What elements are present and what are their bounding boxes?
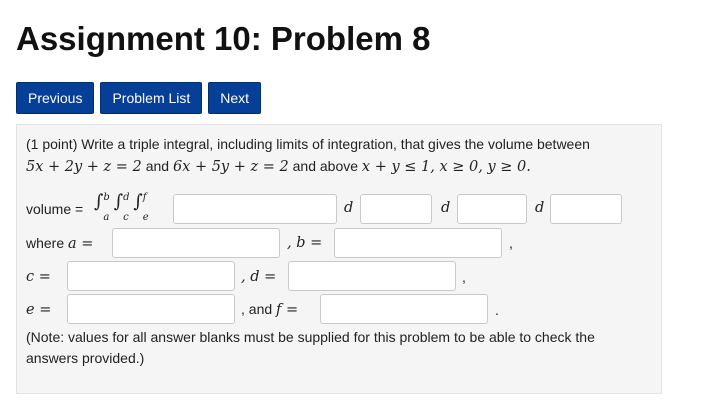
integral-sign-middle: ∫ bbox=[113, 191, 124, 212]
d-label-2: d bbox=[441, 200, 451, 216]
note-text: (Note: values for all answer blanks must… bbox=[26, 329, 595, 366]
page-title: Assignment 10: Problem 8 bbox=[16, 20, 431, 57]
plane2-equation: 6x + 5y + z = 2 bbox=[172, 159, 289, 175]
problem-statement-line2: 5x + 2y + z = 2 and 6x + 5y + z = 2 and … bbox=[26, 158, 531, 175]
comma-after-b: , bbox=[509, 235, 513, 251]
d-label-3: d bbox=[535, 200, 545, 216]
integral-sign-outer: ∫ bbox=[94, 191, 104, 212]
period-after-f: . bbox=[495, 302, 499, 318]
limit-c: c bbox=[123, 211, 129, 223]
region-inequality: x + y ≤ 1, x ≥ 0, y ≥ 0. bbox=[361, 159, 531, 175]
e-input[interactable] bbox=[67, 294, 235, 324]
integral-sign-inner: ∫ bbox=[133, 191, 143, 212]
volume-label: volume = bbox=[26, 201, 84, 217]
limit-b: b bbox=[103, 192, 110, 203]
nav-bar: Previous Problem List Next bbox=[16, 82, 262, 114]
c-input[interactable] bbox=[67, 261, 235, 291]
where-text: where bbox=[26, 235, 65, 251]
e-equals: e = bbox=[26, 302, 52, 318]
and-text-1: and bbox=[145, 158, 170, 174]
points-label: (1 point) bbox=[26, 136, 78, 152]
d-input[interactable] bbox=[288, 261, 456, 291]
b-equals: , b = bbox=[287, 235, 323, 251]
triple-integral: ∫b a ∫d c ∫f e bbox=[94, 191, 149, 225]
integrand-input[interactable] bbox=[173, 194, 337, 224]
limit-a: a bbox=[103, 211, 110, 223]
a-input[interactable] bbox=[112, 228, 280, 258]
plane1-equation: 5x + 2y + z = 2 bbox=[26, 159, 142, 175]
differential-3-input[interactable] bbox=[550, 194, 622, 224]
where-a-label: where a = bbox=[26, 235, 93, 252]
differential-2-input[interactable] bbox=[457, 194, 527, 224]
b-input[interactable] bbox=[334, 228, 502, 258]
limit-d: d bbox=[123, 192, 130, 203]
f-input[interactable] bbox=[320, 294, 488, 324]
comma-after-d: , bbox=[462, 269, 466, 285]
limit-f: f bbox=[142, 192, 147, 203]
d-label-1: d bbox=[344, 200, 354, 216]
a-equals: a = bbox=[68, 236, 94, 252]
f-equals: f = bbox=[276, 302, 299, 318]
problem-list-button[interactable]: Problem List bbox=[100, 82, 203, 114]
previous-button[interactable]: Previous bbox=[16, 82, 95, 114]
limit-e: e bbox=[142, 211, 149, 223]
and-text-2: , and bbox=[241, 301, 273, 317]
statement-text: Write a triple integral, including limit… bbox=[81, 136, 590, 152]
problem-statement-line1: (1 point) Write a triple integral, inclu… bbox=[26, 136, 590, 152]
d-equals: , d = bbox=[241, 269, 277, 285]
differential-1-input[interactable] bbox=[360, 194, 432, 224]
and-f-label: , and f = bbox=[241, 301, 298, 318]
next-button[interactable]: Next bbox=[208, 82, 262, 114]
and-above-text: and above bbox=[292, 158, 359, 174]
problem-panel: (1 point) Write a triple integral, inclu… bbox=[16, 124, 662, 394]
c-equals: c = bbox=[26, 269, 51, 285]
